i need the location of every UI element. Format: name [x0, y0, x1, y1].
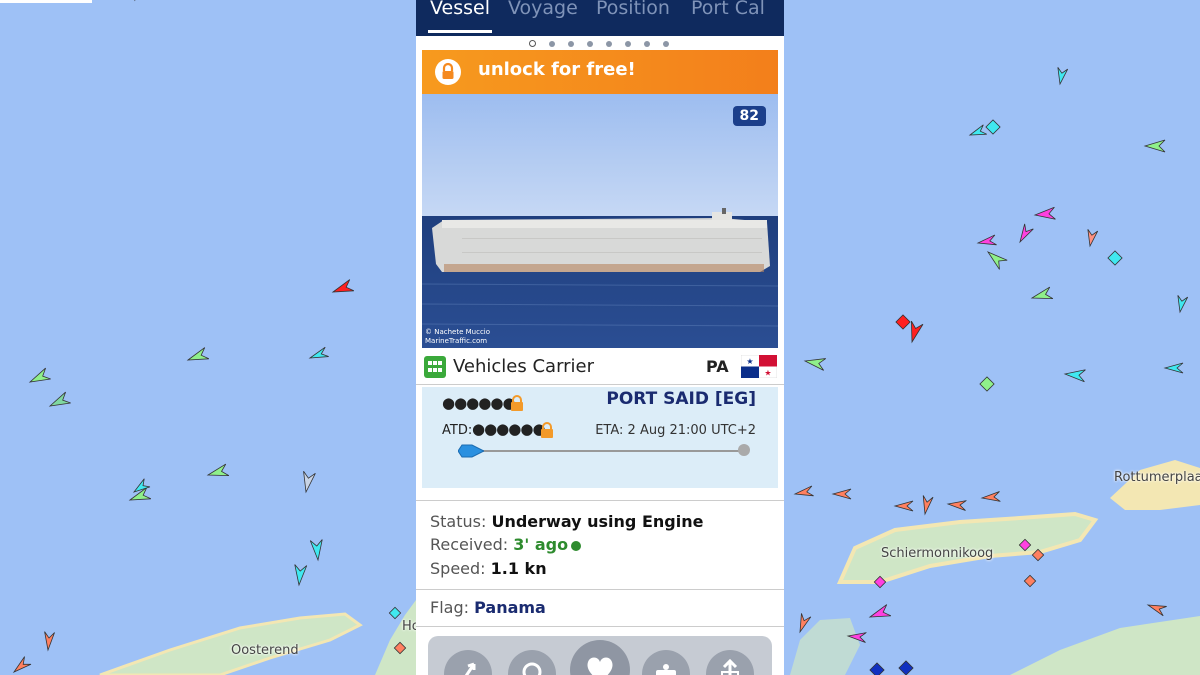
- flag-code: PA: [706, 357, 729, 376]
- destination-marker: [738, 444, 750, 456]
- page-dot[interactable]: [568, 41, 574, 47]
- online-dot-icon: [571, 540, 582, 551]
- atd-masked: ●●●●●●: [472, 420, 546, 438]
- tab-bar: Vessel Voyage Position Port Cal: [416, 0, 784, 36]
- lock-icon[interactable]: [540, 422, 554, 438]
- page-dot[interactable]: [587, 41, 593, 47]
- voyage-progress-track: [462, 450, 744, 452]
- panama-flag-icon: ★ ★: [740, 354, 778, 379]
- flag-value: Panama: [474, 598, 546, 617]
- vessel-type-row: Vehicles Carrier PA ★ ★: [416, 350, 784, 385]
- port-pin-icon[interactable]: [508, 650, 556, 675]
- heart-icon[interactable]: [570, 640, 630, 675]
- route-icon[interactable]: [444, 650, 492, 675]
- share-icon[interactable]: [706, 650, 754, 675]
- page-dot-active[interactable]: [529, 40, 536, 47]
- speed-value: 1.1 kn: [490, 559, 547, 578]
- page-dot[interactable]: [549, 41, 555, 47]
- page-dot[interactable]: [644, 41, 650, 47]
- map-label-schiermonnikoog: Schiermonnikoog: [881, 546, 994, 561]
- vessel-info-panel: Vessel Voyage Position Port Cal unlock f…: [416, 0, 784, 675]
- camera-icon[interactable]: [642, 650, 690, 675]
- photo-count-badge[interactable]: 82: [732, 106, 766, 126]
- map-label-rottumerplaat: Rottumerplaat: [1114, 470, 1200, 485]
- destination-port[interactable]: PORT SAID [EG]: [606, 389, 756, 409]
- vessel-photo[interactable]: 82 © Nachete Muccio MarineTraffic.com: [422, 94, 778, 348]
- origin-masked: ●●●●●●: [442, 394, 516, 412]
- tab-port-calls[interactable]: Port Cal: [691, 0, 765, 19]
- eta: ETA: 2 Aug 21:00 UTC+2: [595, 423, 756, 438]
- page-indicator: [416, 36, 784, 50]
- status-line: Status: Underway using Engine: [430, 512, 704, 531]
- vessel-type: Vehicles Carrier: [453, 356, 595, 377]
- page-dot[interactable]: [625, 41, 631, 47]
- voyage-summary[interactable]: ●●●●●● PORT SAID [EG] ATD: ●●●●●● ETA: 2…: [422, 387, 778, 488]
- received-line: Received: 3' ago: [430, 535, 582, 554]
- vessel-type-grid-icon: [424, 356, 446, 378]
- unlock-banner[interactable]: unlock for free!: [422, 50, 778, 94]
- map-corner-box: [0, 0, 92, 3]
- unlock-label: unlock for free!: [478, 59, 636, 80]
- tab-voyage[interactable]: Voyage: [508, 0, 578, 19]
- page-dot[interactable]: [663, 41, 669, 47]
- status-value: Underway using Engine: [491, 512, 704, 531]
- svg-text:★: ★: [746, 357, 753, 366]
- action-bar: [428, 636, 772, 675]
- status-block: Status: Underway using Engine Received: …: [416, 500, 784, 590]
- vessel-position-arrow-icon: [458, 444, 484, 458]
- svg-text:★: ★: [764, 369, 771, 378]
- map-label-oosterend: Oosterend: [231, 643, 299, 658]
- photo-credit: © Nachete Muccio MarineTraffic.com: [425, 328, 491, 345]
- flag-row: Flag: Panama: [416, 590, 784, 627]
- lock-icon[interactable]: [510, 395, 524, 411]
- atd-label: ATD:: [442, 423, 473, 438]
- active-tab-indicator: [428, 30, 492, 33]
- page-dot[interactable]: [606, 41, 612, 47]
- speed-line: Speed: 1.1 kn: [430, 559, 547, 578]
- lock-icon: [435, 59, 461, 85]
- tab-position[interactable]: Position: [596, 0, 670, 19]
- flag-line: Flag: Panama: [430, 598, 546, 617]
- received-value: 3' ago: [513, 535, 569, 554]
- tab-vessel[interactable]: Vessel: [430, 0, 490, 19]
